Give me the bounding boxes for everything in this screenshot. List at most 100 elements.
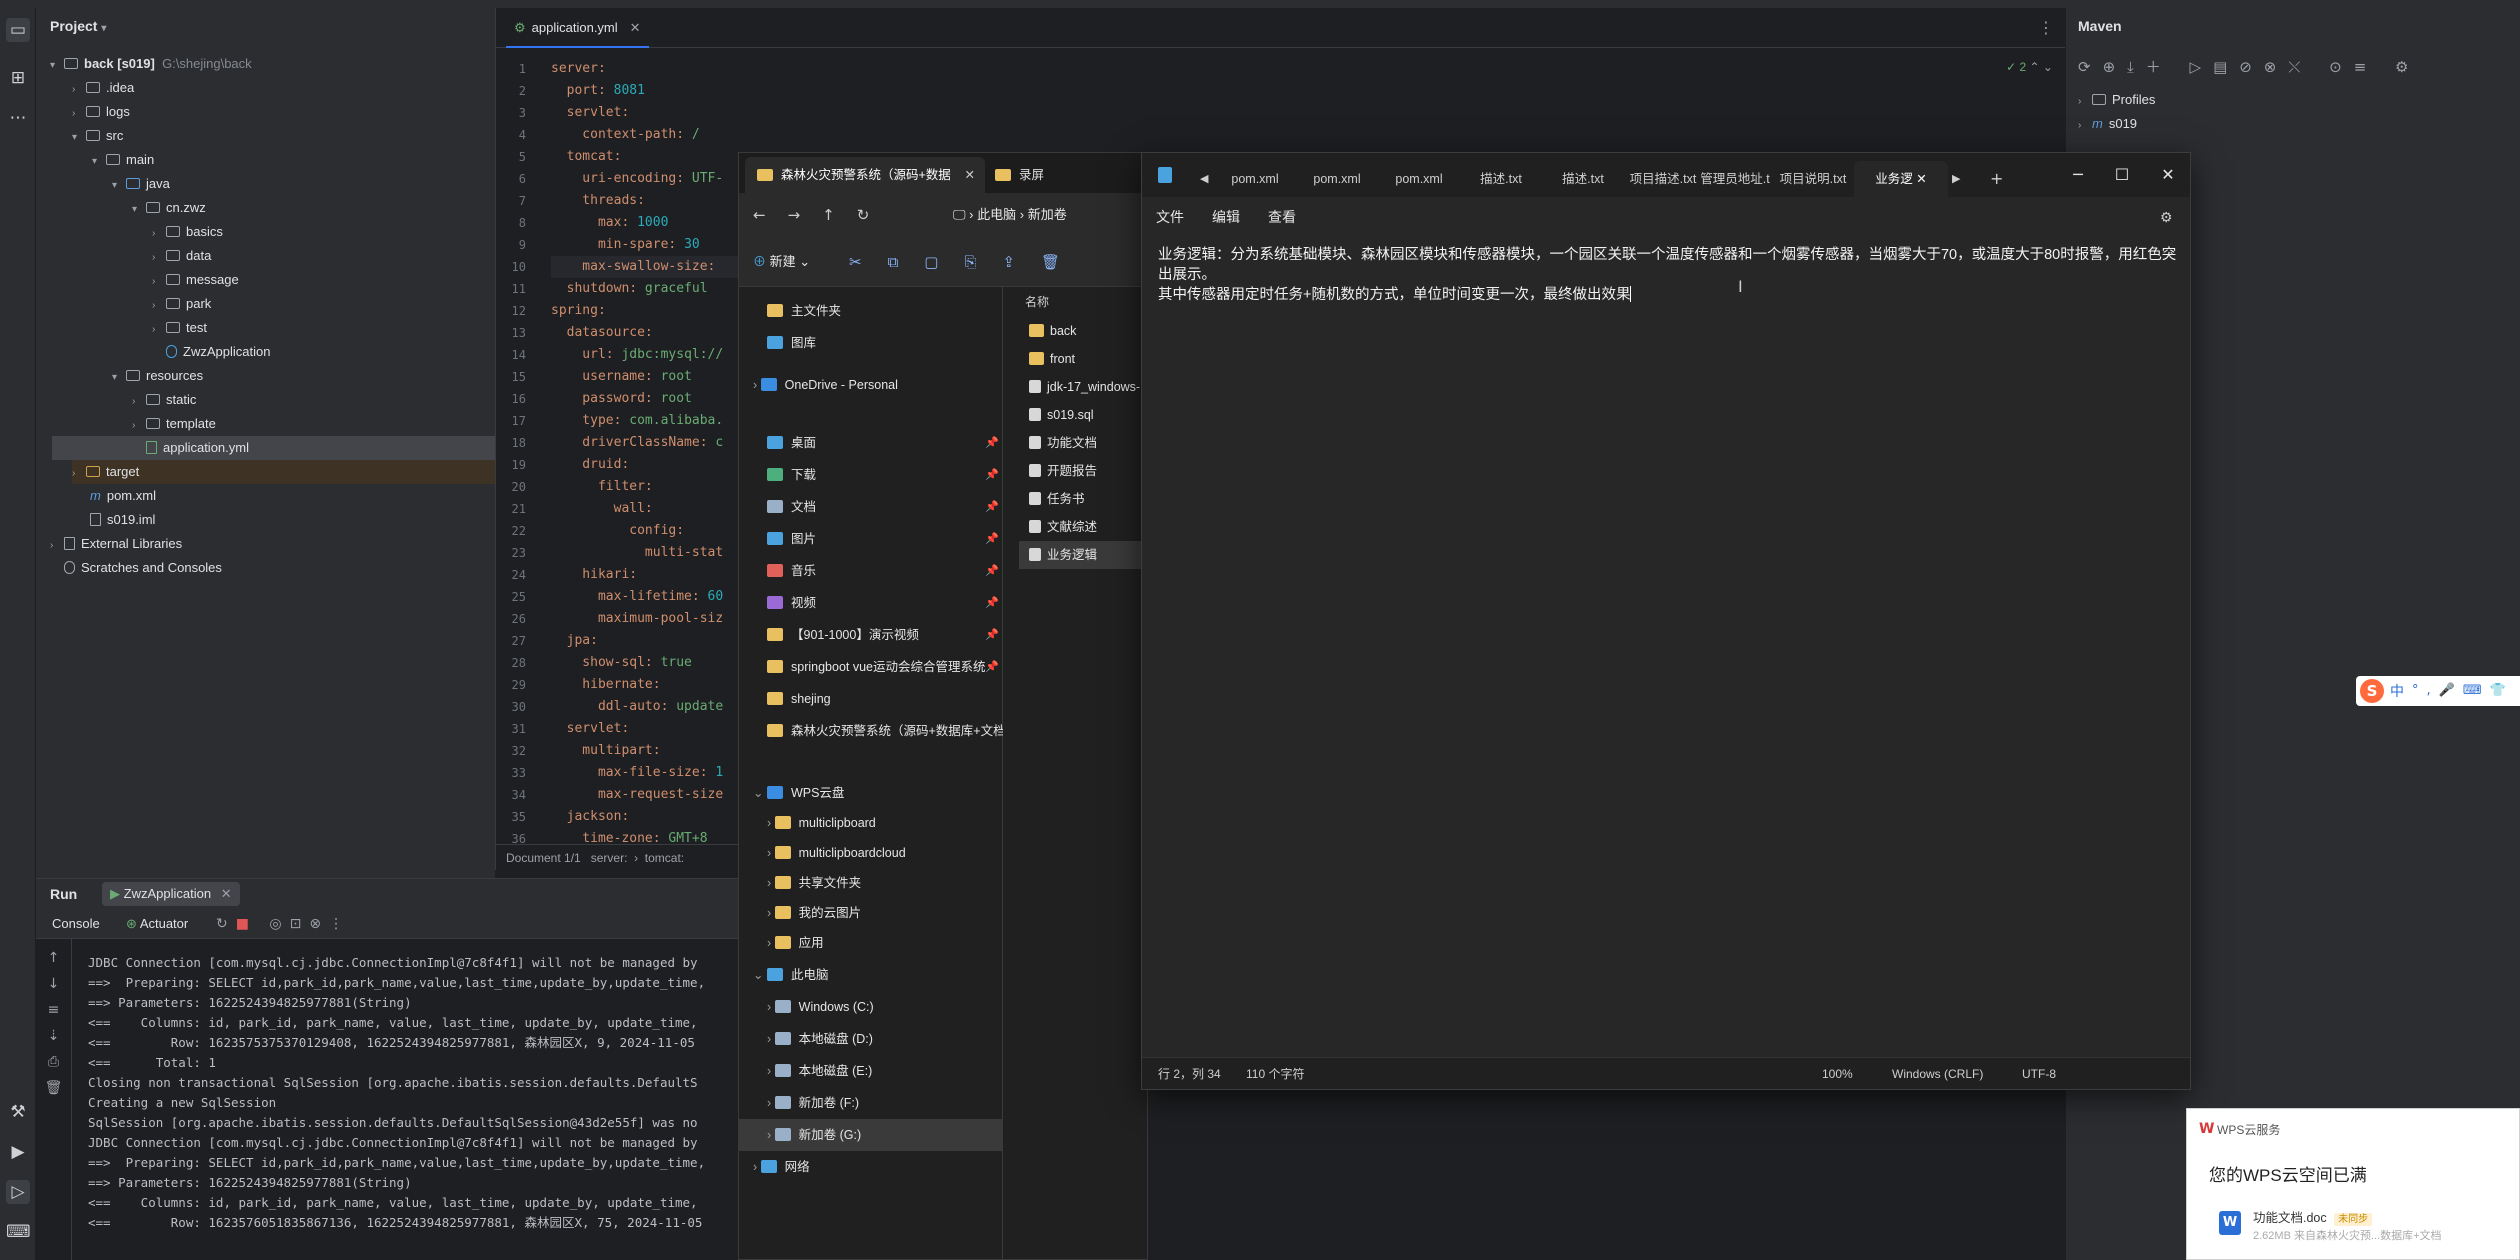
nav-item[interactable]: › multiclipboard xyxy=(739,807,1003,839)
project-panel-title[interactable]: Project ▾ xyxy=(50,18,106,34)
tree-item-pom-xml[interactable]: m pom.xml xyxy=(90,484,156,508)
build-icon[interactable]: ⚒ xyxy=(6,1100,30,1124)
nav-item[interactable]: › 新加卷 (F:) xyxy=(739,1087,1003,1119)
new-tab-icon[interactable]: + xyxy=(1990,161,2003,197)
tree-item-static[interactable]: › static xyxy=(132,388,196,412)
nav-item[interactable]: › Windows (C:) xyxy=(739,991,1003,1023)
more-tools-icon[interactable]: ⋯ xyxy=(6,106,30,130)
column-header-name[interactable]: 名称 xyxy=(1025,293,1049,310)
maven-toolbar[interactable]: ⟳⊕⤓＋ ▷▤⊘⊗⤬ ⊙≡ ⚙ xyxy=(2078,56,2421,77)
command-icons[interactable]: ✂⧉▢⎘⇪🗑 xyxy=(849,249,1086,275)
tree-item-java[interactable]: ▾ java xyxy=(112,172,170,196)
notepad-tab[interactable]: 项目说明.txt xyxy=(1776,161,1850,197)
editor-tab-application-yml[interactable]: ⚙ application.yml ✕ xyxy=(506,8,649,48)
file-item[interactable]: 文献综述 xyxy=(1019,513,1149,541)
chevron-icon[interactable]: › xyxy=(767,816,775,830)
more-tabs-icon[interactable]: ⋮ xyxy=(2038,8,2054,48)
status-line-ending[interactable]: Windows (CRLF) xyxy=(1892,1058,1983,1090)
maven-item-s019[interactable]: › m s019 xyxy=(2078,112,2137,136)
nav-item[interactable]: 桌面 📌 xyxy=(739,427,1003,459)
project-tool-icon[interactable]: ▭ xyxy=(6,18,30,42)
nav-item[interactable]: › 应用 xyxy=(739,927,1003,959)
nav-item[interactable]: › 我的云图片 xyxy=(739,897,1003,929)
run-config-tab[interactable]: ▶ ZwzApplication ✕ xyxy=(102,882,240,906)
nav-item[interactable]: 下载 📌 xyxy=(739,459,1003,491)
run-actions[interactable]: ↻■ ◎⊡⊗⋮ xyxy=(216,909,351,939)
close-icon[interactable]: ✕ xyxy=(221,886,232,901)
menu-edit[interactable]: 编辑 xyxy=(1212,197,1240,237)
notepad-tab[interactable]: pom.xml xyxy=(1382,161,1456,197)
notepad-text-area[interactable]: 业务逻辑：分为系统基础模块、森林园区模块和传感器模块，一个园区关联一个温度传感器… xyxy=(1158,245,2178,305)
chevron-icon[interactable]: › xyxy=(767,1096,775,1110)
file-item[interactable]: 开题报告 xyxy=(1019,457,1149,485)
ime-mode[interactable]: 中 xyxy=(2390,676,2404,706)
nav-item[interactable]: 主文件夹 xyxy=(739,295,1003,327)
nav-item[interactable]: 图库 xyxy=(739,327,1003,359)
wps-notification[interactable]: W WPS云服务 您的WPS云空间已满 W 功能文档.doc 未同步 2.62M… xyxy=(2186,1108,2520,1260)
file-item[interactable]: 业务逻辑 xyxy=(1019,541,1149,569)
file-item[interactable]: jdk-17_windows- xyxy=(1019,373,1149,401)
tab-scroll-left-icon[interactable]: ◀ xyxy=(1200,161,1208,197)
terminal-icon[interactable]: ⌨ xyxy=(6,1220,31,1244)
notepad-tab[interactable]: 业务逻 ✕ xyxy=(1854,161,1948,197)
services-icon[interactable]: ▶ xyxy=(6,1140,30,1164)
tree-item-main[interactable]: ▾ main xyxy=(92,148,154,172)
nav-item[interactable]: › OneDrive - Personal xyxy=(739,369,1003,401)
tree-root[interactable]: ▾ back [s019] G:\shejing\back xyxy=(50,52,252,76)
nav-item[interactable]: › 新加卷 (G:) xyxy=(739,1119,1003,1151)
nav-item[interactable]: › 网络 xyxy=(739,1151,1003,1183)
explorer-tab-recording[interactable]: 录屏 xyxy=(995,157,1044,193)
menu-view[interactable]: 查看 xyxy=(1268,197,1296,237)
notepad-tab[interactable]: 描述.txt xyxy=(1546,161,1620,197)
explorer-tab-active[interactable]: 森林火灾预警系统（源码+数据 ✕ xyxy=(745,157,985,193)
notepad-tab[interactable]: 管理员地址.t xyxy=(1698,161,1772,197)
nav-item[interactable]: springboot vue运动会综合管理系统 📌 xyxy=(739,651,1003,683)
tree-item-message[interactable]: › message xyxy=(152,268,239,292)
maven-item-profiles[interactable]: › Profiles xyxy=(2078,88,2155,112)
tree-item-park[interactable]: › park xyxy=(152,292,211,316)
close-icon[interactable]: ✕ xyxy=(2146,153,2190,197)
maximize-icon[interactable]: ☐ xyxy=(2100,153,2144,197)
tree-item-cn-zwz[interactable]: ▾ cn.zwz xyxy=(132,196,206,220)
notepad-tab[interactable]: 描述.txt xyxy=(1464,161,1538,197)
address-path[interactable]: 🖵 › 此电脑 › 新加卷 xyxy=(953,203,1067,227)
nav-item[interactable]: shejing xyxy=(739,683,1003,715)
chevron-icon[interactable]: › xyxy=(767,1032,775,1046)
nav-item[interactable]: 文档 📌 xyxy=(739,491,1003,523)
nav-item[interactable]: 音乐 📌 xyxy=(739,555,1003,587)
ime-tool-icons[interactable]: °,🎤⌨👕 xyxy=(2412,676,2514,706)
chevron-icon[interactable]: › xyxy=(767,1064,775,1078)
tree-item-basics[interactable]: › basics xyxy=(152,220,223,244)
close-icon[interactable]: ✕ xyxy=(1913,172,1926,186)
tab-scroll-right-icon[interactable]: ▶ xyxy=(1952,161,1960,197)
nav-item[interactable]: › 共享文件夹 xyxy=(739,867,1003,899)
tree-item-resources[interactable]: ▾ resources xyxy=(112,364,203,388)
file-item[interactable]: 功能文档 xyxy=(1019,429,1149,457)
nav-item[interactable]: › 本地磁盘 (E:) xyxy=(739,1055,1003,1087)
notepad-tab[interactable]: 项目描述.txt xyxy=(1628,161,1698,197)
nav-item[interactable]: ⌄ 此电脑 xyxy=(739,959,1003,991)
nav-item[interactable]: 视频 📌 xyxy=(739,587,1003,619)
nav-item[interactable]: › multiclipboardcloud xyxy=(739,837,1003,869)
tree-item-external-libraries[interactable]: › External Libraries xyxy=(50,532,182,556)
chevron-icon[interactable]: ⌄ xyxy=(753,968,767,982)
tree-item-idea[interactable]: › .idea xyxy=(72,76,134,100)
ime-toolbar[interactable]: S 中 °,🎤⌨👕 xyxy=(2356,676,2520,706)
nav-buttons[interactable]: ←→↑↻ xyxy=(753,193,891,237)
run-tool-icon[interactable]: ▷ xyxy=(6,1180,30,1204)
tree-item-application-yml[interactable]: application.yml xyxy=(52,436,495,460)
menu-file[interactable]: 文件 xyxy=(1156,197,1184,237)
status-encoding[interactable]: UTF-8 xyxy=(2022,1058,2056,1090)
tree-item-src[interactable]: ▾ src xyxy=(72,124,123,148)
status-zoom[interactable]: 100% xyxy=(1822,1058,1853,1090)
notepad-tab[interactable]: pom.xml xyxy=(1300,161,1374,197)
tree-item-logs[interactable]: › logs xyxy=(72,100,130,124)
tree-item-scratches[interactable]: Scratches and Consoles xyxy=(64,556,222,580)
chevron-icon[interactable]: › xyxy=(767,1000,775,1014)
chevron-icon[interactable]: › xyxy=(767,1128,775,1142)
file-item[interactable]: s019.sql xyxy=(1019,401,1149,429)
file-item[interactable]: 任务书 xyxy=(1019,485,1149,513)
nav-item[interactable]: 图片 📌 xyxy=(739,523,1003,555)
new-button[interactable]: ⊕ 新建 ⌄ xyxy=(753,249,810,275)
file-item[interactable]: front xyxy=(1019,345,1149,373)
